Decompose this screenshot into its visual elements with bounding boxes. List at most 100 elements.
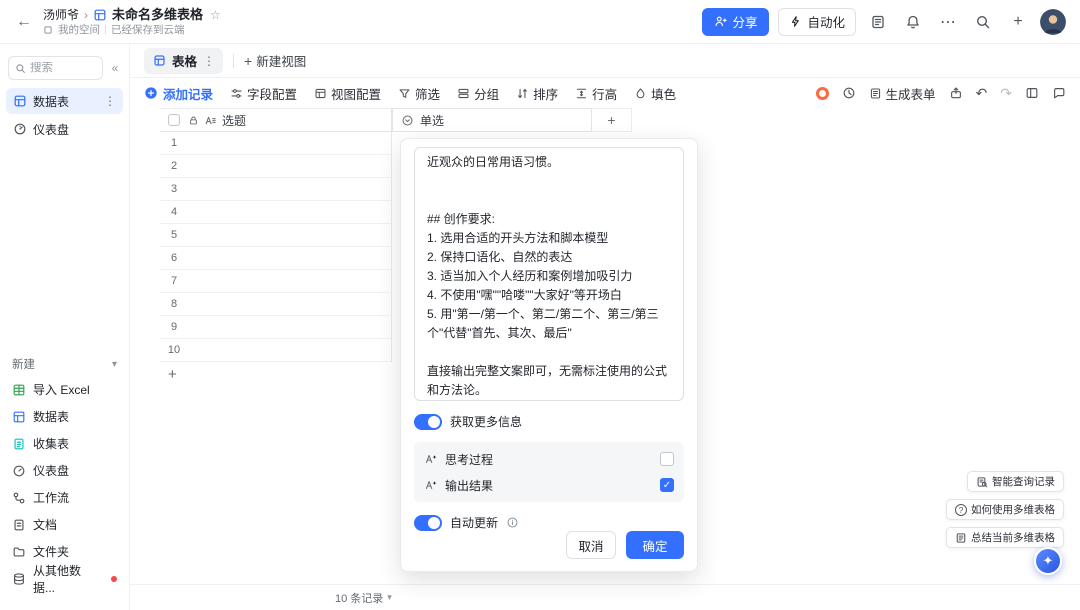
search-input[interactable] [30,62,96,74]
create-item-document[interactable]: 文档 [0,511,129,538]
automation-button[interactable]: 自动化 [778,8,856,36]
prompt-textarea[interactable]: 近观众的日常用语习惯。 ## 创作要求: 1. 选用合适的开头方法和脚本模型 2… [414,147,684,401]
grid-header-row: 选题 [160,108,392,132]
tab-grid-view[interactable]: 表格 ⋮ [144,48,223,74]
query-record-icon [976,476,988,488]
space-name[interactable]: 我的空间 [58,23,100,37]
back-icon[interactable]: ← [14,13,34,31]
chevron-down-icon: ▾ [387,592,392,603]
record-count[interactable]: 10 条记录 [335,590,383,606]
share-view-icon[interactable] [949,86,963,100]
output-checkbox[interactable]: ✓ [660,478,674,492]
share-button[interactable]: 分享 [702,8,769,36]
top-bar-left: ← 汤师爷 › 未命名多维表格 ☆ 我的空间 已经 [14,7,221,37]
bell-icon[interactable] [900,9,926,35]
table-row[interactable]: 5 [160,224,392,247]
smart-query-button[interactable]: 智能查询记录 [967,471,1064,492]
summarize-button[interactable]: 总结当前多维表格 [946,527,1064,548]
table-row[interactable]: 2 [160,155,392,178]
table-row[interactable]: 6 [160,247,392,270]
create-item-other-source[interactable]: 从其他数据... [0,565,129,592]
create-item-dashboard[interactable]: 仪表盘 [0,457,129,484]
toolbar-right: 生成表单 ↶ ↷ [816,84,1066,103]
generate-form-button[interactable]: 生成表单 [869,84,936,103]
undo-icon[interactable]: ↶ [976,85,988,102]
create-item-label: 数据表 [33,408,69,425]
create-item-collect-form[interactable]: 收集表 [0,430,129,457]
info-icon[interactable] [506,516,519,529]
comment-icon[interactable] [1052,86,1066,100]
avatar[interactable] [1040,9,1066,35]
group-button[interactable]: 分组 [457,84,499,103]
redo-icon[interactable]: ↷ [1000,85,1012,102]
breadcrumb-row: 汤师爷 › 未命名多维表格 ☆ [43,7,221,23]
star-icon[interactable]: ☆ [210,7,221,23]
thinking-checkbox[interactable] [660,452,674,466]
output-option-row[interactable]: 输出结果 ✓ [424,472,674,498]
thinking-option-row[interactable]: 思考过程 [424,446,674,472]
field-config-button[interactable]: 字段配置 [230,84,297,103]
workspace-name[interactable]: 汤师爷 [43,7,79,23]
search-icon[interactable] [970,9,996,35]
more-info-toggle[interactable] [414,414,442,430]
table-row[interactable]: 1 [160,132,392,155]
grid-rows: 1 2 3 4 5 6 7 8 9 10 [160,132,392,362]
auto-update-label: 自动更新 [450,514,498,531]
add-record-button[interactable]: 添加记录 [144,84,213,103]
more-icon[interactable]: ⋯ [935,9,961,35]
view-config-button[interactable]: 视图配置 [314,84,381,103]
how-to-use-button[interactable]: ? 如何使用多维表格 [946,499,1064,520]
sidebar-item-label: 仪表盘 [33,121,69,138]
create-item-datatable[interactable]: 数据表 [0,403,129,430]
search-input-box[interactable] [8,56,103,80]
row-number: 3 [160,183,188,195]
table-row[interactable]: 4 [160,201,392,224]
table-row[interactable]: 7 [160,270,392,293]
add-column-button[interactable]: + [592,108,632,132]
more-vertical-icon[interactable]: ⋮ [104,94,116,108]
add-record-icon [144,86,158,100]
create-item-import-excel[interactable]: 导入 Excel [0,376,129,403]
top-bar: ← 汤师爷 › 未命名多维表格 ☆ 我的空间 已经 [0,0,1080,44]
view-tab-bar: 表格 ⋮ + 新建视图 [130,44,1080,78]
create-item-workflow[interactable]: 工作流 [0,484,129,511]
sidebar-item-dashboard[interactable]: 仪表盘 [6,116,123,142]
select-all-checkbox[interactable] [168,114,180,126]
column-header-select[interactable]: 单选 [392,108,592,132]
collapse-sidebar-icon[interactable]: « [107,61,123,75]
create-item-label: 仪表盘 [33,462,69,479]
cancel-button[interactable]: 取消 [566,531,616,559]
create-section-header[interactable]: 新建 ▾ [0,356,129,376]
row-number: 10 [160,344,188,356]
add-row-button[interactable]: + [160,362,392,386]
freeze-panel-icon[interactable] [1025,86,1039,100]
form-record-icon[interactable] [865,9,891,35]
confirm-button[interactable]: 确定 [626,531,684,559]
add-icon[interactable]: + [1005,9,1031,35]
select-all-cell[interactable] [160,114,188,126]
table-row[interactable]: 9 [160,316,392,339]
table-row[interactable]: 8 [160,293,392,316]
view-config-icon [314,87,327,100]
new-view-button[interactable]: + 新建视图 [244,51,306,70]
sidebar-item-datatable[interactable]: 数据表 ⋮ [6,88,123,114]
page-title: 未命名多维表格 [112,7,203,23]
column-header-topic[interactable]: 选题 [188,112,391,129]
filter-button[interactable]: 筛选 [398,84,440,103]
more-vertical-icon[interactable]: ⋮ [203,54,215,68]
history-icon[interactable] [842,86,856,100]
create-item-label: 文档 [33,516,57,533]
fill-color-button[interactable]: 填色 [634,84,676,103]
table-row[interactable]: 3 [160,178,392,201]
ai-assistant-button[interactable]: ✦ [1034,547,1062,575]
save-status: 已经保存到云端 [111,23,185,37]
row-height-label: 行高 [592,84,617,103]
share-person-icon [714,15,727,28]
search-icon [15,63,26,74]
auto-update-toggle[interactable] [414,515,442,531]
fill-color-label: 填色 [651,84,676,103]
collaborator-ring-icon[interactable] [816,87,829,100]
row-height-button[interactable]: 行高 [575,84,617,103]
table-row[interactable]: 10 [160,339,392,362]
sort-button[interactable]: 排序 [516,84,558,103]
